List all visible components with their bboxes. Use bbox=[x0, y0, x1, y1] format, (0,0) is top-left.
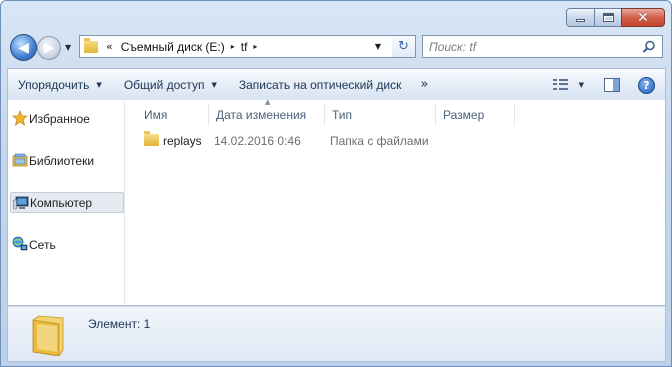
column-header-type[interactable]: Тип bbox=[325, 104, 436, 126]
nav-label: Избранное bbox=[29, 111, 90, 126]
refresh-icon: ↻ bbox=[398, 39, 409, 54]
details-pane: Элемент: 1 bbox=[7, 306, 666, 362]
breadcrumb-overflow[interactable]: « bbox=[106, 40, 113, 53]
recent-pages-chevron-down-icon[interactable]: ▼ bbox=[65, 43, 71, 52]
file-type: Папка с файлами bbox=[330, 134, 429, 148]
change-view-icon[interactable] bbox=[552, 79, 569, 91]
item-count: Элемент: 1 bbox=[88, 317, 151, 331]
column-label: Имя bbox=[144, 108, 168, 122]
star-icon bbox=[12, 110, 28, 126]
column-header-date-modified[interactable]: Дата изменения bbox=[209, 104, 325, 126]
file-name: replays bbox=[163, 134, 202, 148]
search-input[interactable] bbox=[429, 39, 639, 54]
chevron-down-icon: ▼ bbox=[211, 80, 217, 89]
forward-button[interactable]: ▶ bbox=[37, 36, 61, 60]
nav-label: Компьютер bbox=[30, 195, 93, 210]
help-icon[interactable]: ? bbox=[638, 76, 655, 94]
close-icon: ✕ bbox=[637, 9, 649, 26]
column-header-size[interactable]: Размер bbox=[436, 104, 515, 126]
maximize-icon bbox=[602, 13, 614, 22]
folder-icon bbox=[31, 315, 64, 356]
nav-item-network[interactable]: Сеть bbox=[10, 234, 124, 255]
breadcrumb-separator-icon[interactable]: ▸ bbox=[253, 42, 257, 51]
libraries-icon bbox=[12, 153, 28, 167]
organize-button[interactable]: Упорядочить ▼ bbox=[11, 73, 109, 97]
minimize-button[interactable] bbox=[566, 8, 595, 27]
nav-label: Библиотеки bbox=[29, 153, 95, 168]
file-list: ▲ Имя Дата изменения Тип Размер replays … bbox=[126, 98, 666, 305]
nav-item-computer[interactable]: Компьютер bbox=[10, 192, 124, 213]
chevron-down-icon: ▼ bbox=[96, 80, 102, 89]
breadcrumb-separator-icon[interactable]: ▸ bbox=[231, 42, 235, 51]
maximize-button[interactable] bbox=[595, 8, 621, 27]
breadcrumb-folder[interactable]: tf bbox=[241, 40, 248, 54]
burn-button[interactable]: Записать на оптический диск bbox=[232, 73, 409, 97]
column-header-name[interactable]: Имя bbox=[137, 104, 209, 126]
share-label: Общий доступ bbox=[123, 77, 205, 92]
nav-item-libraries[interactable]: Библиотеки bbox=[10, 150, 124, 171]
view-options-chevron-down-icon[interactable]: ▼ bbox=[579, 81, 584, 89]
address-history-chevron-down-icon[interactable]: ▼ bbox=[367, 36, 389, 57]
organize-label: Упорядочить bbox=[18, 77, 90, 92]
close-button[interactable]: ✕ bbox=[621, 8, 665, 27]
column-label: Тип bbox=[332, 108, 353, 122]
toolbar-right: ▼ ? bbox=[552, 72, 655, 98]
more-commands-button[interactable]: » bbox=[420, 77, 428, 92]
computer-icon bbox=[13, 196, 29, 210]
caption-buttons: ✕ bbox=[566, 8, 665, 27]
address-bar[interactable]: « Съемный диск (E:) ▸ tf ▸ ▼ bbox=[79, 35, 416, 58]
share-button[interactable]: Общий доступ ▼ bbox=[117, 73, 224, 97]
content-area: Избранное Библиотеки Компьютер Сеть ▲ Им… bbox=[7, 98, 666, 306]
refresh-button[interactable]: ↻ bbox=[392, 35, 416, 58]
back-arrow-icon: ◀ bbox=[18, 39, 29, 56]
folder-icon bbox=[144, 131, 159, 146]
file-date-modified: 14.02.2016 0:46 bbox=[214, 134, 301, 148]
network-icon bbox=[12, 236, 28, 251]
explorer-window: ✕ ◀ ▶ ▼ « Съемный диск (E:) ▸ tf ▸ ▼ ↻ У… bbox=[0, 0, 672, 367]
burn-label: Записать на оптический диск bbox=[238, 77, 402, 92]
search-box[interactable] bbox=[422, 35, 663, 58]
table-row[interactable]: replays 14.02.2016 0:46 Папка с файлами bbox=[126, 131, 456, 151]
column-label: Размер bbox=[443, 108, 485, 122]
nav-item-favorites[interactable]: Избранное bbox=[10, 108, 124, 129]
folder-icon bbox=[84, 37, 98, 53]
nav-label: Сеть bbox=[29, 237, 56, 252]
column-label: Дата изменения bbox=[216, 108, 307, 122]
back-button[interactable]: ◀ bbox=[10, 34, 37, 61]
forward-arrow-icon: ▶ bbox=[43, 40, 55, 56]
breadcrumb-drive[interactable]: Съемный диск (E:) bbox=[121, 40, 225, 54]
command-bar: Упорядочить ▼ Общий доступ ▼ Записать на о… bbox=[7, 68, 666, 100]
minimize-icon bbox=[576, 19, 585, 22]
preview-pane-icon[interactable] bbox=[604, 78, 620, 92]
navigation-pane: Избранное Библиотеки Компьютер Сеть bbox=[8, 100, 125, 305]
search-icon[interactable] bbox=[642, 40, 656, 54]
